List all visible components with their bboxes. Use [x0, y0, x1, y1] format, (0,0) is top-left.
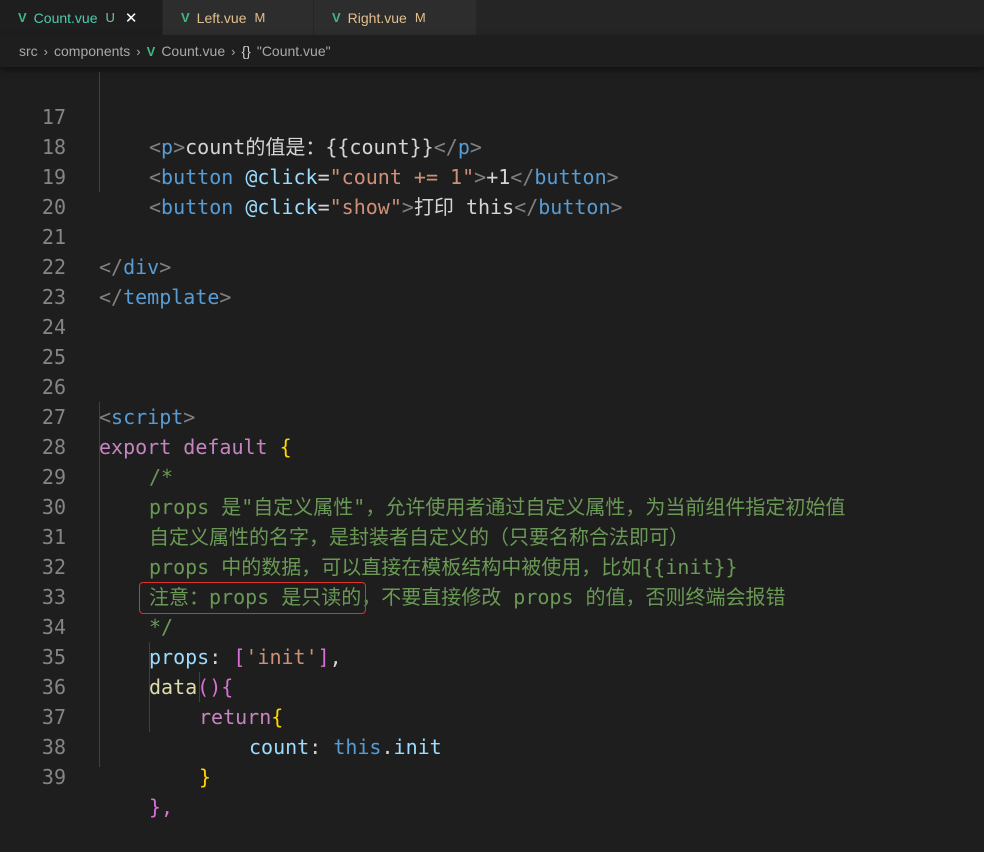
- code-line[interactable]: 29 props 是"自定义属性"，允许使用者通过自定义属性，为当前组件指定初始…: [0, 432, 984, 519]
- braces-icon: {}: [241, 43, 251, 59]
- breadcrumb-item-components[interactable]: components: [54, 43, 130, 59]
- vue-icon: V: [181, 10, 190, 25]
- breadcrumb-item-file[interactable]: Count.vue: [161, 43, 225, 59]
- breadcrumb-item-symbol[interactable]: "Count.vue": [257, 43, 331, 59]
- code-line[interactable]: 26 <script>: [0, 342, 984, 429]
- vue-icon: V: [332, 10, 341, 25]
- code-line[interactable]: 37 count: this.init: [0, 672, 984, 759]
- brace: },: [149, 795, 174, 819]
- tab-bar: V Count.vue U ✕ V Left.vue M V Right.vue…: [0, 0, 984, 35]
- code-line[interactable]: 24: [0, 282, 984, 339]
- code-line[interactable]: 22 </template>: [0, 222, 984, 309]
- close-icon[interactable]: ✕: [125, 9, 138, 27]
- tab-status-badge: M: [414, 10, 426, 25]
- highlight-annotation-box: [139, 582, 366, 614]
- code-line[interactable]: 28 /*: [0, 402, 984, 489]
- code-line[interactable]: 18 <button @click="count += 1">+1</butto…: [0, 102, 984, 189]
- code-line[interactable]: 30 自定义属性的名字，是封装者自定义的（只要名称合法即可）: [0, 462, 984, 549]
- tab-status-badge: U: [105, 10, 115, 25]
- code-line[interactable]: 35 data(){: [0, 612, 984, 699]
- code-line[interactable]: 19 <button @click="show">打印 this</button…: [0, 132, 984, 219]
- tab-left-vue[interactable]: V Left.vue M: [163, 0, 314, 35]
- code-line[interactable]: 17 <p>count的值是：{{count}}</p>: [0, 72, 984, 159]
- code-line[interactable]: 25: [0, 312, 984, 369]
- tab-count-vue[interactable]: V Count.vue U ✕: [0, 0, 163, 35]
- chevron-right-icon: ›: [136, 43, 141, 59]
- vue-icon: V: [18, 10, 27, 25]
- code-line[interactable]: 36 return{: [0, 642, 984, 729]
- tab-label: Left.vue: [196, 9, 247, 26]
- tab-status-badge: M: [254, 10, 266, 25]
- breadcrumb-item-src[interactable]: src: [19, 43, 38, 59]
- brace: }: [199, 765, 212, 789]
- vue-icon: V: [146, 43, 156, 59]
- breadcrumb: src › components › V Count.vue › {} "Cou…: [0, 35, 984, 67]
- code-line[interactable]: 33 */: [0, 552, 984, 639]
- code-line[interactable]: 38 }: [0, 702, 984, 789]
- chevron-right-icon: ›: [231, 43, 236, 59]
- tab-right-vue[interactable]: V Right.vue M: [314, 0, 477, 35]
- code-line[interactable]: 23: [0, 252, 984, 309]
- code-line[interactable]: 20: [0, 162, 984, 219]
- code-line[interactable]: 32 注意：props 是只读的，不要直接修改 props 的值，否则终端会报错: [0, 522, 984, 609]
- code-line[interactable]: 27 export default {: [0, 372, 984, 459]
- code-line[interactable]: 39 },: [0, 732, 984, 819]
- tab-label: Count.vue: [33, 9, 98, 26]
- tab-label: Right.vue: [347, 9, 407, 26]
- code-editor[interactable]: 17 <p>count的值是：{{count}}</p> 18 <button …: [0, 72, 984, 819]
- code-line[interactable]: 31 props 中的数据，可以直接在模板结构中被使用，比如{{init}}: [0, 492, 984, 579]
- code-line[interactable]: 21 </div>: [0, 192, 984, 279]
- chevron-right-icon: ›: [43, 43, 49, 59]
